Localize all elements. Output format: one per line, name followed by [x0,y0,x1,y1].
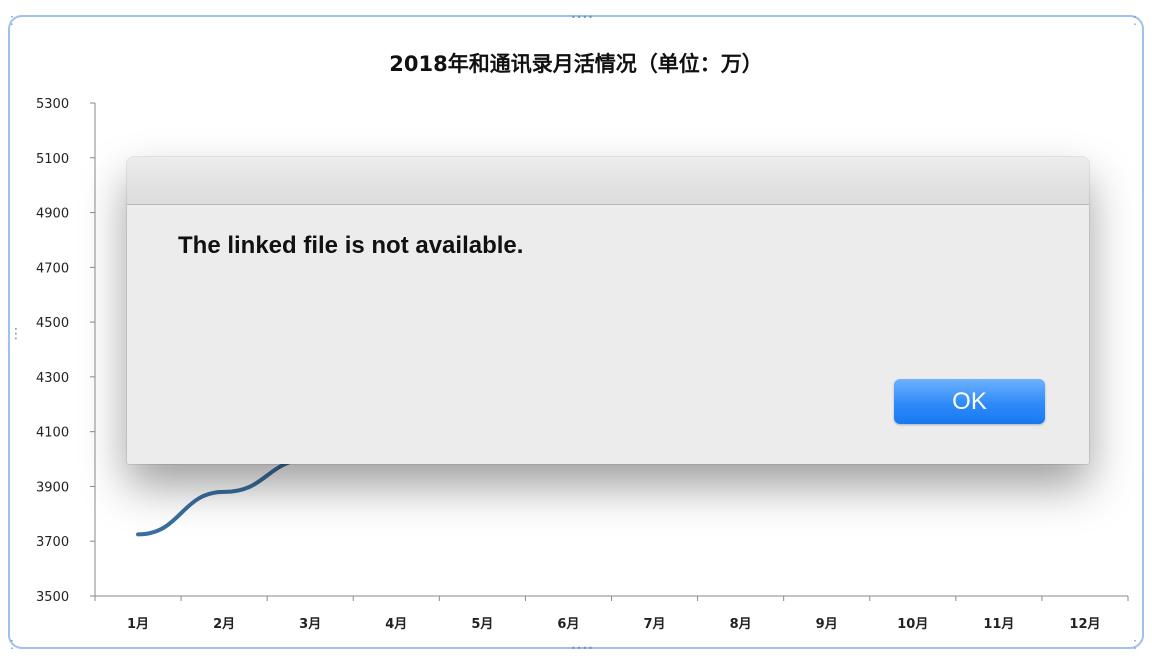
alert-dialog: The linked file is not available. OK [127,157,1089,464]
y-tick-label: 4300 [36,371,69,386]
y-tick-label: 4900 [36,207,69,222]
x-tick-label: 11月 [983,617,1014,632]
x-tick-label: 6月 [557,617,579,632]
x-tick-label: 7月 [644,617,666,632]
x-tick-label: 12月 [1069,617,1100,632]
y-tick-label: 4100 [36,426,69,441]
y-tick-label: 4500 [36,316,69,331]
y-axis-ticks: 5300 5100 4900 4700 4500 4300 4100 3900 3700 3500 [36,97,95,605]
x-tick-label: 1月 [127,617,149,632]
series-line [136,457,313,537]
x-tick-label: 9月 [816,617,838,632]
y-tick-label: 3900 [36,480,69,495]
y-tick-label: 3500 [36,590,69,605]
x-tick-label: 5月 [471,617,493,632]
y-tick-label: 3700 [36,535,69,550]
x-axis-ticks: 1月 2月 3月 4月 5月 6月 7月 8月 9月 10月 11月 12月 [94,596,1129,632]
ok-button[interactable]: OK [894,379,1045,424]
y-tick-label: 5100 [36,152,69,167]
dialog-message: The linked file is not available. [178,232,524,259]
y-tick-label: 5300 [36,97,69,112]
x-tick-label: 2月 [213,617,235,632]
chart-series [136,457,313,537]
x-tick-label: 3月 [299,617,321,632]
x-tick-label: 4月 [385,617,407,632]
dialog-titlebar[interactable] [127,157,1089,205]
y-tick-label: 4700 [36,261,69,276]
x-tick-label: 10月 [897,617,928,632]
x-tick-label: 8月 [730,617,752,632]
